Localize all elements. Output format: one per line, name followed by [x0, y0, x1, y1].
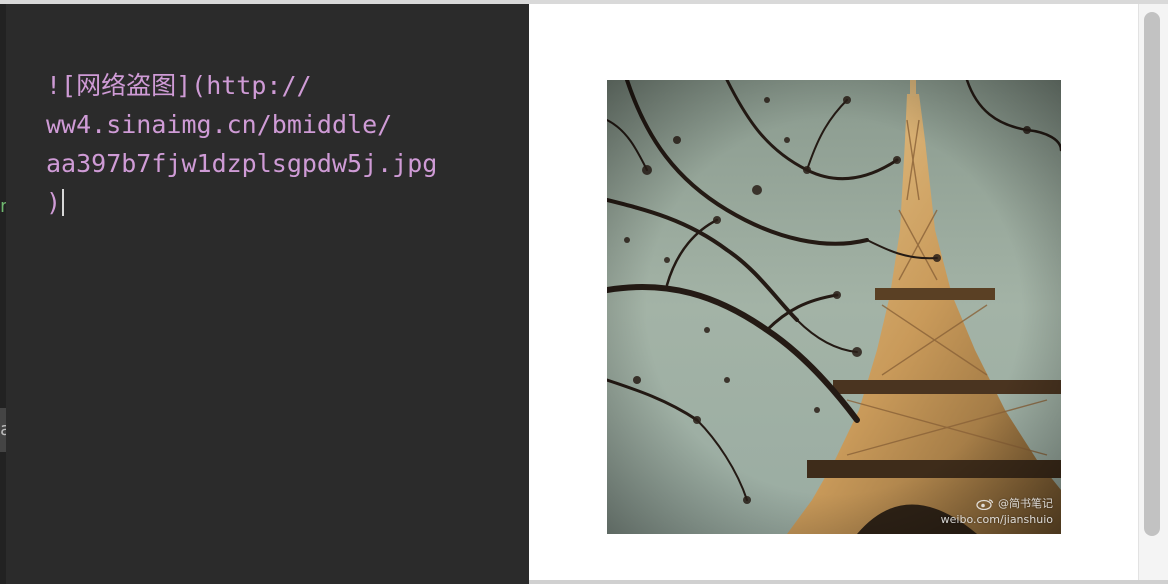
app-window: n a ![网络盗图](http:// ww4.sinaimg.cn/bmidd… — [0, 0, 1168, 584]
text-caret — [62, 189, 65, 216]
editor-content[interactable]: ![网络盗图](http:// ww4.sinaimg.cn/bmiddle/ … — [46, 66, 516, 222]
scrollbar-thumb[interactable] — [1144, 12, 1160, 536]
weibo-icon — [976, 499, 994, 510]
preview-scrollbar[interactable] — [1138, 4, 1168, 580]
preview-image: @简书笔记 weibo.com/jianshuio — [607, 80, 1061, 534]
markdown-editor[interactable]: ![网络盗图](http:// ww4.sinaimg.cn/bmiddle/ … — [6, 4, 529, 584]
editor-line: aa397b7fjw1dzplsgpdw5j.jpg — [46, 149, 438, 178]
eiffel-tower-photo — [607, 80, 1061, 534]
markdown-preview: @简书笔记 weibo.com/jianshuio — [529, 4, 1138, 580]
window-bottom-edge — [529, 580, 1168, 584]
watermark-url: weibo.com/jianshuio — [940, 513, 1053, 526]
editor-line: ) — [46, 188, 62, 217]
editor-line: ww4.sinaimg.cn/bmiddle/ — [46, 110, 393, 139]
image-watermark: @简书笔记 weibo.com/jianshuio — [941, 496, 1053, 528]
watermark-handle: @简书笔记 — [998, 497, 1053, 510]
editor-line: ![网络盗图](http:// — [46, 71, 312, 100]
